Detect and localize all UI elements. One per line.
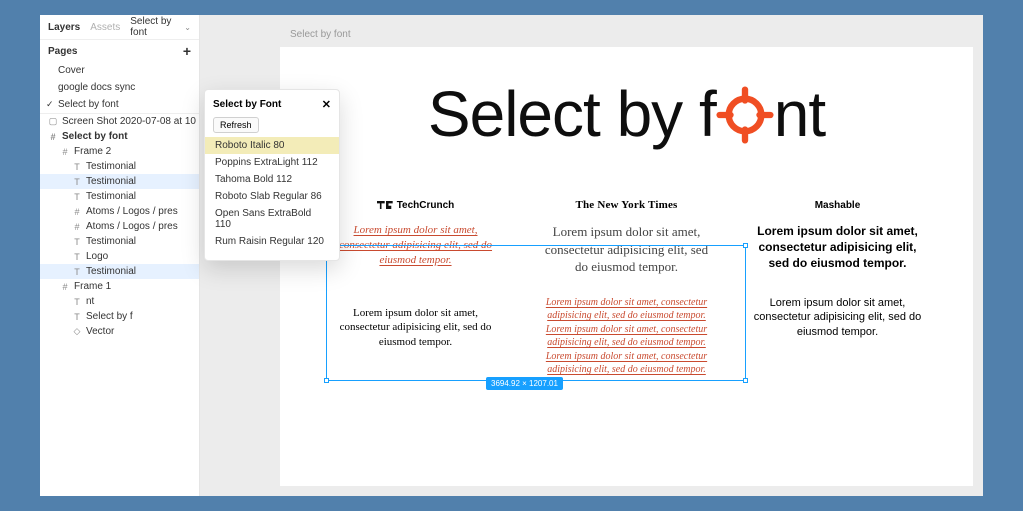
frame-icon: # [72,207,82,217]
hero-title: Select by f nt [280,77,973,151]
layer-row[interactable]: # Atoms / Logos / pres [40,204,199,219]
refresh-button[interactable]: Refresh [213,117,259,133]
layer-label: Screen Shot 2020-07-08 at 10 [62,116,196,127]
frame-icon: # [72,222,82,232]
tab-assets[interactable]: Assets [90,22,120,33]
layer-label: Testimonial [86,191,136,202]
tab-layers[interactable]: Layers [48,22,80,33]
text-icon: T [72,192,82,202]
target-icon [716,86,774,144]
page-item[interactable]: Cover [40,62,199,79]
layer-row[interactable]: T Testimonial [40,174,199,189]
brand-label: TechCrunch [397,200,455,211]
testimonial-text[interactable]: Lorem ipsum dolor sit amet, consectetur … [752,296,923,341]
select-by-font-panel[interactable]: Select by Font ✕ Refresh Roboto Italic 8… [204,89,340,261]
layer-label: Atoms / Logos / pres [86,221,178,232]
text-icon: T [72,312,82,322]
layer-label: Testimonial [86,266,136,277]
text-icon: T [72,267,82,277]
text-icon: T [72,252,82,262]
selection-outline [326,245,746,381]
layer-label: Logo [86,251,108,262]
layer-row[interactable]: T Testimonial [40,234,199,249]
frame-icon: # [48,132,58,142]
layer-row[interactable]: # Atoms / Logos / pres [40,219,199,234]
font-option[interactable]: Roboto Slab Regular 86 [205,188,339,205]
layer-row[interactable]: # Frame 2 [40,144,199,159]
layer-row[interactable]: T Logo [40,249,199,264]
text-icon: T [72,237,82,247]
layer-label: Testimonial [86,236,136,247]
layer-label: Frame 1 [74,281,111,292]
font-option[interactable]: Poppins ExtraLight 112 [205,154,339,171]
brand-mashable: Mashable [752,197,923,213]
testimonial-text[interactable]: Lorem ipsum dolor sit amet, consectetur … [752,223,923,272]
font-option[interactable]: Rum Raisin Regular 120 [205,233,339,250]
layer-row[interactable]: T Select by f [40,309,199,324]
testimonial-col-3: Mashable Lorem ipsum dolor sit amet, con… [752,197,923,377]
layer-row[interactable]: T Testimonial [40,189,199,204]
layer-row[interactable]: # Select by font [40,129,199,144]
layer-label: Select by font [62,131,128,142]
layer-row[interactable]: ◇ Vector [40,324,199,339]
artboard[interactable]: Select by f nt TechCrunch Lorem ipsum dol… [280,47,973,486]
page-item[interactable]: google docs sync [40,79,199,96]
layer-row[interactable]: T Testimonial [40,159,199,174]
frame-label[interactable]: Select by font [290,29,351,40]
hero-text-b: nt [774,78,825,150]
image-icon: ▢ [48,117,58,127]
font-option[interactable]: Tahoma Bold 112 [205,171,339,188]
pages-header: Pages [48,46,77,57]
frame-icon: # [60,282,70,292]
chevron-down-icon: ⌄ [184,23,191,32]
panel-title: Select by Font [213,99,281,110]
techcrunch-icon [377,201,393,209]
plugin-menu[interactable]: Select by font ⌄ [130,16,191,38]
frame-icon: # [60,147,70,157]
add-page-button[interactable]: + [183,44,191,58]
layer-row[interactable]: ▢ Screen Shot 2020-07-08 at 10 [40,114,199,129]
plugin-label: Select by font [130,16,182,38]
hero-text-a: Select by f [428,78,716,150]
close-icon[interactable]: ✕ [322,98,331,111]
layer-label: Select by f [86,311,133,322]
brand-nyt: The New York Times [541,197,712,213]
layers-panel: Layers Assets Select by font ⌄ Pages + C… [40,15,200,496]
font-option[interactable]: Roboto Italic 80 [205,137,339,154]
layer-label: Testimonial [86,176,136,187]
layer-label: Atoms / Logos / pres [86,206,178,217]
text-icon: T [72,177,82,187]
layer-label: nt [86,296,94,307]
layer-label: Vector [86,326,114,337]
layer-label: Frame 2 [74,146,111,157]
text-icon: T [72,297,82,307]
layer-row[interactable]: T Testimonial [40,264,199,279]
brand-techcrunch: TechCrunch [330,197,501,213]
page-item[interactable]: Select by font [40,96,199,113]
vector-icon: ◇ [72,327,82,337]
text-icon: T [72,162,82,172]
dimension-badge: 3694.92 × 1207.01 [486,377,563,390]
layer-row[interactable]: # Frame 1 [40,279,199,294]
font-option[interactable]: Open Sans ExtraBold 110 [205,205,339,233]
layer-row[interactable]: Tnt [40,294,199,309]
layer-label: Testimonial [86,161,136,172]
